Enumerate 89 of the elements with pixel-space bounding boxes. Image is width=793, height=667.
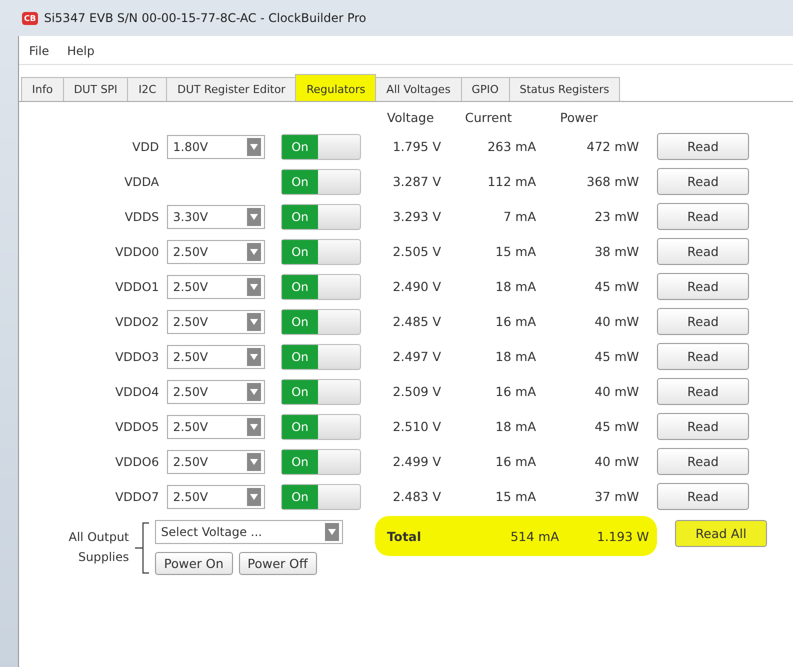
all-outputs-label: All Output Supplies [68,529,129,566]
tab[interactable]: DUT Register Editor [166,77,296,101]
voltage-reading: 2.485 V [392,314,442,329]
tab[interactable]: Regulators [295,74,376,101]
current-reading: 263 mA [486,139,537,154]
voltage-reading: 1.795 V [392,139,442,154]
read-button[interactable]: Read [657,413,749,440]
menu-item[interactable]: Help [67,44,94,58]
total-power: 1.193 W [596,528,649,544]
tab[interactable]: I2C [127,77,168,101]
current-reading: 112 mA [486,174,537,189]
read-button[interactable]: Read [657,483,749,510]
regulator-label: VDD [131,140,160,154]
voltage-dropdown[interactable]: 2.50V [167,240,265,264]
power-reading: 38 mW [594,244,640,259]
tab[interactable]: Info [21,77,64,101]
regulator-label: VDDO4 [114,384,160,398]
power-reading: 37 mW [594,489,640,504]
menu-item[interactable]: File [29,44,50,58]
read-all-button[interactable]: Read All [675,520,767,547]
voltage-reading: 2.510 V [392,419,442,434]
voltage-dropdown[interactable]: 2.50V [167,380,265,404]
tab[interactable]: DUT SPI [62,77,128,101]
read-button[interactable]: Read [657,343,749,370]
power-reading: 40 mW [594,314,640,329]
power-reading: 45 mW [594,419,640,434]
bracket-icon [133,520,151,574]
current-reading: 16 mA [494,314,537,329]
voltage-reading: 2.497 V [392,349,442,364]
current-reading: 15 mA [494,244,537,259]
regulator-label: VDDO6 [114,454,160,468]
read-button[interactable]: Read [657,448,749,475]
current-reading: 15 mA [494,489,537,504]
voltage-dropdown[interactable]: 2.50V [167,274,265,298]
current-reading: 16 mA [494,454,537,469]
voltage-dropdown[interactable]: 2.50V [167,310,265,334]
voltage-dropdown[interactable]: 2.50V [167,414,265,438]
regulator-label: VDDO7 [114,490,160,504]
app-logo-icon: CB [22,12,38,24]
read-button[interactable]: Read [657,168,749,195]
power-button[interactable]: Power Off [238,552,317,575]
read-button[interactable]: Read [657,238,749,265]
current-reading: 18 mA [494,279,537,294]
power-reading: 472 mW [586,139,640,154]
voltage-dropdown[interactable]: 3.30V [167,204,265,228]
voltage-reading: 3.287 V [392,174,442,189]
voltage-dropdown[interactable]: 1.80V [167,134,265,158]
power-reading: 23 mW [594,209,640,224]
regulator-label: VDDO1 [114,280,160,294]
total-label: Total [386,528,422,544]
current-reading: 18 mA [494,349,537,364]
power-button[interactable]: Power On [155,552,233,575]
regulator-label: VDDO5 [114,420,160,434]
read-button[interactable]: Read [657,308,749,335]
current-reading: 18 mA [494,419,537,434]
voltage-dropdown[interactable]: Select Voltage ... [155,520,343,544]
read-button[interactable]: Read [657,203,749,230]
power-reading: 45 mW [594,279,640,294]
tab[interactable]: Status Registers [508,77,620,101]
voltage-reading: 2.490 V [392,279,442,294]
total-current: 514 mA [509,528,559,544]
regulator-label: VDDO0 [114,244,160,258]
read-button[interactable]: Read [657,378,749,405]
voltage-reading: 2.505 V [392,244,442,259]
column-header: Power [559,110,599,125]
read-button[interactable]: Read [657,133,749,160]
voltage-reading: 2.483 V [392,489,442,504]
power-reading: 40 mW [594,454,640,469]
regulator-label: VDDO2 [114,314,160,328]
regulator-label: VDDO3 [114,350,160,364]
power-reading: 40 mW [594,384,640,399]
current-reading: 7 mA [502,209,537,224]
column-header: Voltage [386,110,435,125]
voltage-dropdown[interactable]: 2.50V [167,450,265,474]
power-reading: 368 mW [586,174,640,189]
voltage-reading: 3.293 V [392,209,442,224]
tab[interactable]: GPIO [460,77,510,101]
column-header: Current [464,110,513,125]
window-title: Si5347 EVB S/N 00-00-15-77-8C-AC - ClockBuilder Pro [44,11,366,25]
voltage-dropdown[interactable]: 2.50V [167,484,265,508]
regulator-label: VDDA [123,174,160,188]
tab[interactable]: All Voltages [375,77,462,101]
voltage-reading: 2.499 V [392,454,442,469]
current-reading: 16 mA [494,384,537,399]
voltage-dropdown[interactable]: 2.50V [167,344,265,368]
voltage-reading: 2.509 V [392,384,442,399]
power-reading: 45 mW [594,349,640,364]
read-button[interactable]: Read [657,273,749,300]
regulator-label: VDDS [124,210,160,224]
